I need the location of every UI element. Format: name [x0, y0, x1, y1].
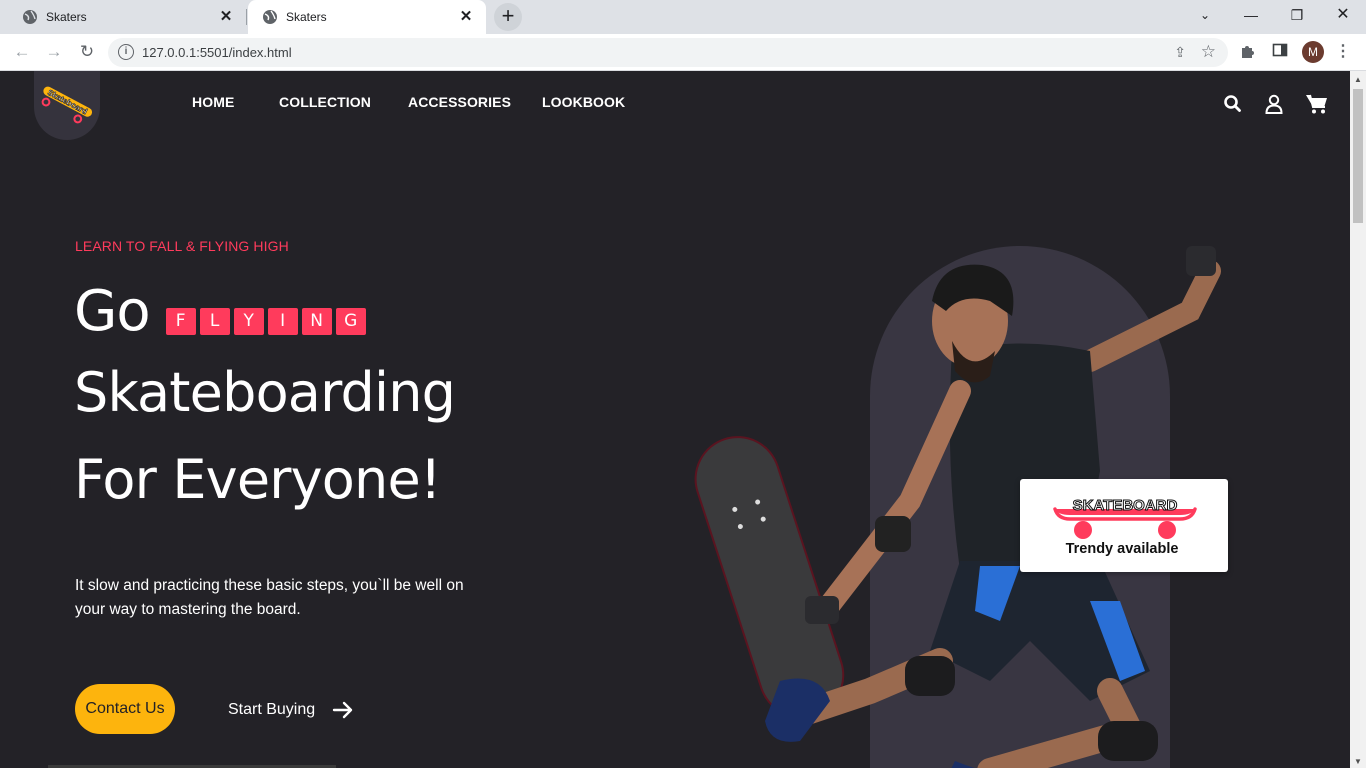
scroll-up-icon[interactable]: ▲ [1354, 75, 1362, 84]
scroll-down-icon[interactable]: ▼ [1354, 757, 1362, 766]
search-icon[interactable] [1222, 93, 1244, 115]
hero-eyebrow: LEARN TO FALL & FLYING HIGH [75, 238, 289, 254]
start-buying-link[interactable]: Start Buying [228, 697, 355, 723]
tab-separator [246, 9, 247, 25]
hero-title-line-3: For Everyone! [74, 448, 442, 511]
start-buying-label: Start Buying [228, 701, 316, 718]
side-panel-icon[interactable] [1270, 42, 1290, 62]
tab-title: Skaters [46, 10, 87, 24]
forward-arrow-icon[interactable]: → [42, 40, 66, 64]
profile-avatar[interactable]: M [1302, 41, 1324, 63]
browser-tab-1[interactable]: Skaters ✕ [8, 0, 246, 34]
extensions-puzzle-icon[interactable] [1238, 42, 1258, 62]
skateboard-graphic: SKATEBOARD [1053, 497, 1197, 539]
globe-icon [262, 9, 278, 25]
arrow-right-icon [332, 701, 353, 719]
nav-link-lookbook[interactable]: LOOKBOOK [542, 94, 625, 110]
minimize-icon[interactable]: — [1228, 0, 1274, 30]
flying-letter: G [335, 307, 366, 335]
nav-link-collection[interactable]: COLLECTION [279, 94, 371, 110]
scrollbar-thumb[interactable] [1353, 89, 1363, 223]
globe-icon [22, 9, 38, 25]
contact-us-button[interactable]: Contact Us [75, 684, 175, 734]
tab-title: Skaters [286, 10, 327, 24]
promo-card[interactable]: SKATEBOARD Trendy available [1020, 479, 1228, 572]
address-bar[interactable]: i 127.0.0.1:5501/index.html ⇪ ☆ [108, 38, 1228, 67]
tab-search-dropdown-icon[interactable]: ⌄ [1182, 0, 1228, 30]
flying-letter: N [301, 307, 332, 335]
menu-kebab-icon[interactable]: ⋮ [1333, 42, 1353, 62]
browser-toolbar: ← → ↻ i 127.0.0.1:5501/index.html ⇪ ☆ M … [0, 34, 1366, 71]
nav-link-home[interactable]: HOME [192, 94, 234, 110]
new-tab-button[interactable]: + [494, 3, 522, 31]
promo-art-lettering: SKATEBOARD [1073, 497, 1178, 514]
url-text[interactable]: 127.0.0.1:5501/index.html [142, 45, 292, 60]
flying-letter: I [267, 307, 298, 335]
promo-caption: Trendy available [1065, 541, 1179, 557]
hero-go-word: Go [74, 278, 151, 344]
tab-close-icon[interactable]: ✕ [456, 7, 476, 27]
share-icon[interactable]: ⇪ [1174, 44, 1186, 61]
site-logo[interactable]: Skateboard [34, 71, 100, 140]
hero-description: It slow and practicing these basic steps… [75, 577, 464, 618]
flying-letters: F L Y I N G [165, 307, 370, 335]
flying-letter: L [199, 307, 230, 335]
hero-title-line-1: Go F L Y I N G [74, 276, 370, 346]
flying-letter: Y [233, 307, 264, 335]
logo-lettering: Skateboard [46, 88, 89, 116]
hero-title-line-2: Skateboarding [74, 361, 456, 424]
browser-tab-2[interactable]: Skaters ✕ [248, 0, 486, 34]
flying-letter: F [165, 307, 196, 335]
page-viewport: Skateboard HOME COLLECTION ACCESSORIES L… [0, 71, 1350, 768]
window-close-icon[interactable]: ✕ [1320, 0, 1366, 30]
restore-icon[interactable]: ❐ [1274, 0, 1320, 30]
page-scrollbar[interactable]: ▲ ▼ [1350, 71, 1366, 768]
reload-icon[interactable]: ↻ [75, 40, 99, 64]
bookmark-star-icon[interactable]: ☆ [1201, 42, 1216, 62]
back-arrow-icon[interactable]: ← [10, 40, 34, 64]
site-info-icon[interactable]: i [118, 44, 134, 60]
tab-close-icon[interactable]: ✕ [216, 7, 236, 27]
user-icon[interactable] [1263, 93, 1285, 115]
browser-tabstrip: Skaters ✕ Skaters ✕ + ⌄ — ❐ ✕ [0, 0, 1366, 34]
cart-icon[interactable] [1305, 93, 1327, 115]
nav-link-accessories[interactable]: ACCESSORIES [408, 94, 511, 110]
